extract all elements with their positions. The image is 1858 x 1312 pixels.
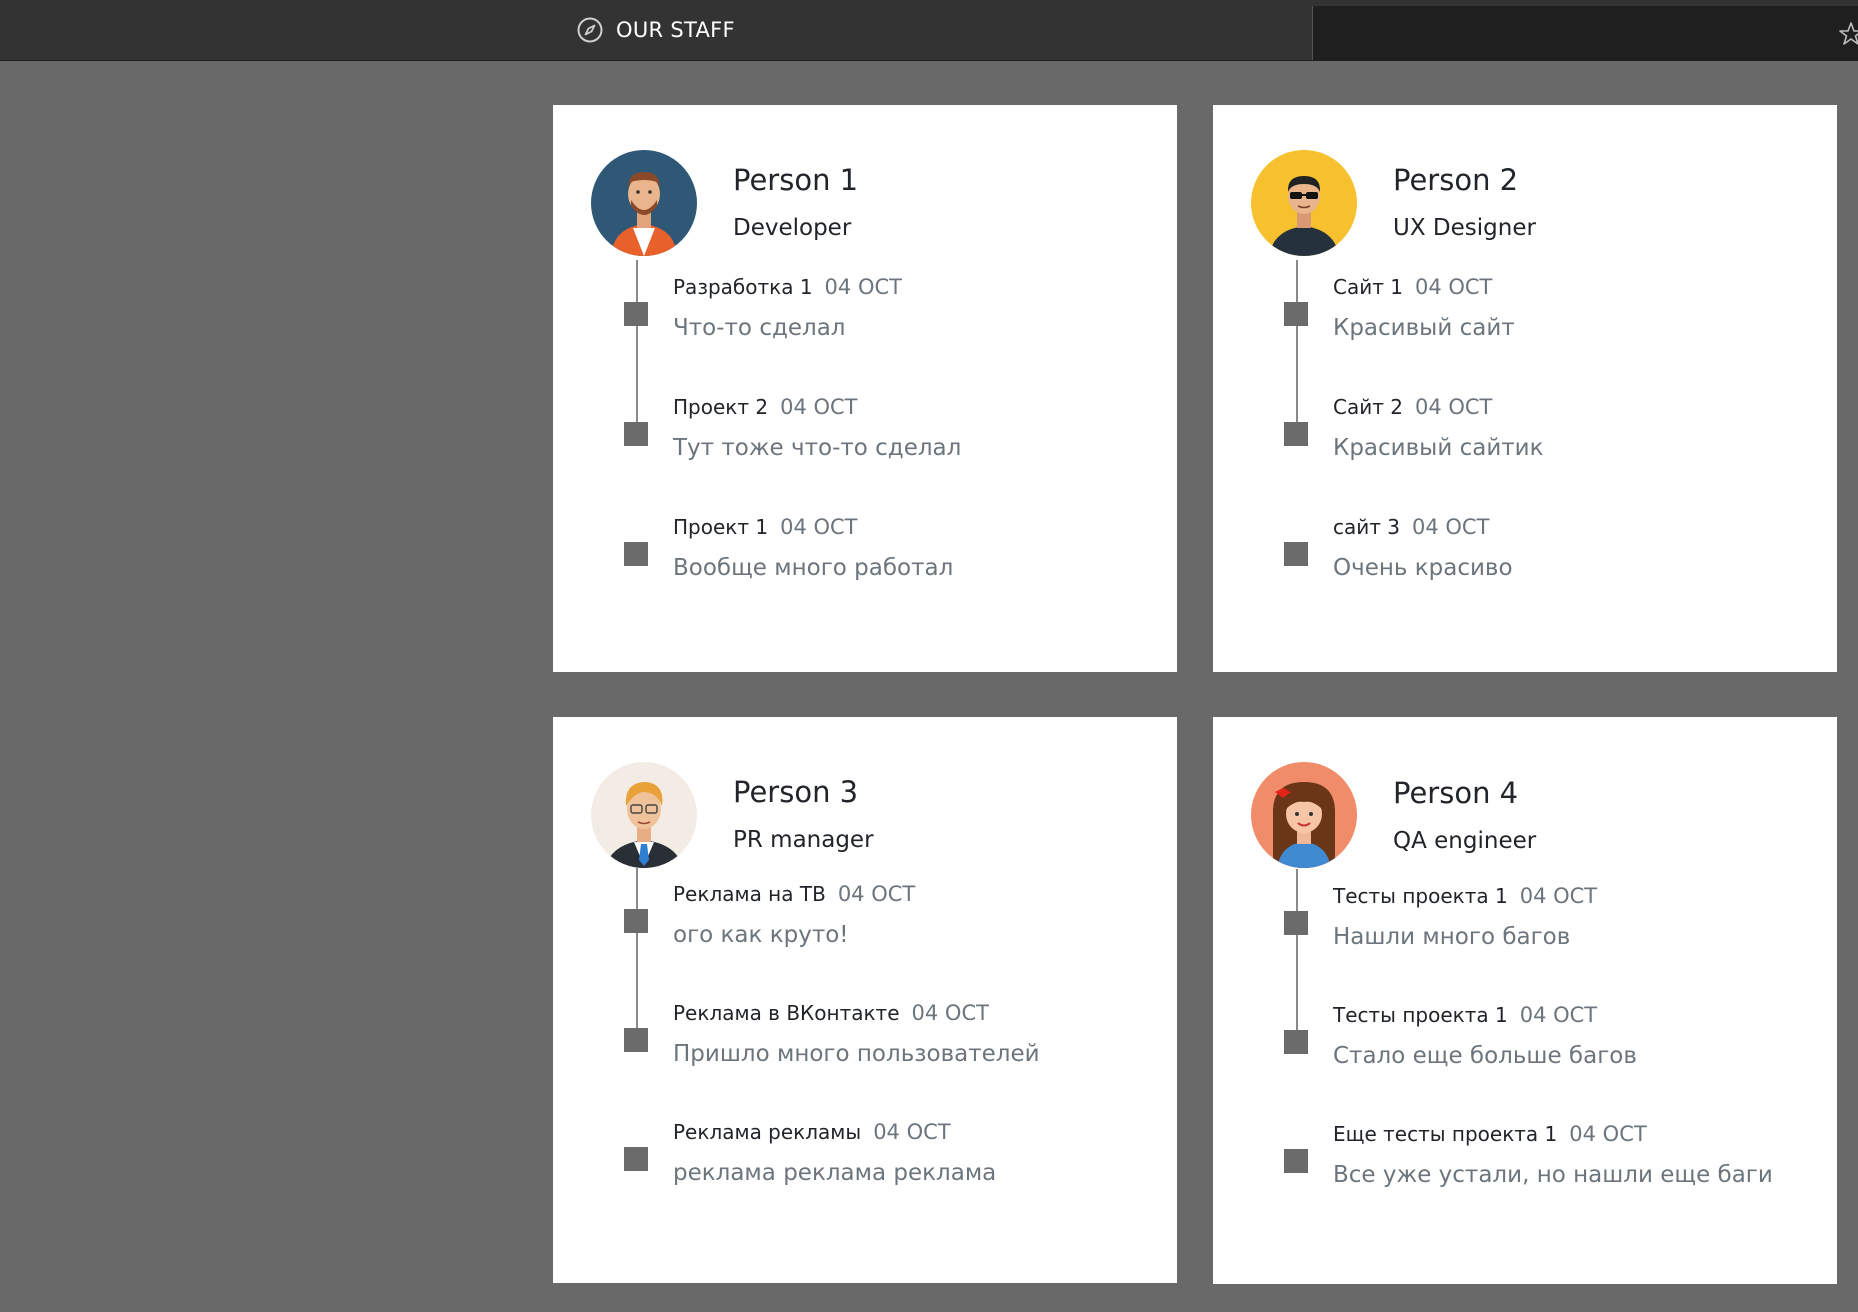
entry-text: реклама реклама реклама [673,1160,997,1186]
star-icon[interactable] [1831,20,1858,48]
entry-text: Очень красиво [1333,555,1513,581]
entry-title: Разработка 1 [673,275,813,299]
entry-text: Красивый сайтик [1333,435,1544,461]
timeline-marker [624,1028,648,1052]
entry-date: 04 OCT [780,395,858,419]
entry-date: 04 OCT [1411,515,1490,539]
entry-date: 04 OCT [1519,884,1598,908]
entry-text: Нашли много багов [1333,924,1571,950]
entry-title: Реклама рекламы [673,1120,862,1144]
manager-avatar-icon [591,762,697,868]
entry-text: Тут тоже что-то сделал [673,435,962,461]
timeline-marker [624,422,648,446]
top-navbar: OUR STAFF [0,0,1858,61]
timeline-marker [1284,1030,1308,1054]
person-name: Person 1 [733,163,859,197]
entry-title: Тесты проекта 1 [1333,1003,1508,1027]
timeline-item: Еще тесты проекта 1 04 OCT Все уже устали… [1213,1122,1833,1232]
timeline-marker [624,302,648,326]
timeline-marker [624,909,648,933]
entry-date: 04 OCT [1414,395,1493,419]
entry-text: Красивый сайт [1333,315,1515,341]
entry-date: 04 OCT [780,515,858,539]
nav-title: OUR STAFF [616,18,735,42]
timeline-item: Реклама в ВКонтакте 04 OCT Пришло много п… [553,1001,1173,1111]
person-name: Person 3 [733,775,859,809]
designer-avatar-icon [1251,150,1357,256]
developer-avatar-icon [591,150,697,256]
entry-text: Стало еще больше багов [1333,1043,1637,1069]
entry-date: 04 OCT [837,882,916,906]
timeline-item: Проект 1 04 OCT Вообще много работал [553,515,1173,625]
person-name: Person 2 [1393,163,1519,197]
entry-title: Сайт 1 [1333,275,1403,299]
timeline-item: Реклама рекламы 04 OCT реклама реклама ре… [553,1120,1173,1230]
timeline-item: Проект 2 04 OCT Тут тоже что-то сделал [553,395,1173,505]
entry-date: 04 OCT [911,1001,989,1025]
entry-title: Реклама в ВКонтакте [673,1001,900,1025]
person-role: PR manager [733,827,874,853]
timeline-item: Тесты проекта 1 04 OCT Нашли много багов [1213,884,1833,994]
staff-card: Person 2 UX Designer Сайт 1 04 OCT Красив… [1213,105,1837,672]
entry-title: Тесты проекта 1 [1333,884,1508,908]
timeline-item: Сайт 1 04 OCT Красивый сайт [1213,275,1833,385]
entry-text: Вообще много работал [673,555,954,581]
timeline-item: Сайт 2 04 OCT Красивый сайтик [1213,395,1833,505]
entry-text: Все уже устали, но нашли еще баги [1333,1162,1773,1188]
entry-title: Сайт 2 [1333,395,1403,419]
nav-our-staff[interactable]: OUR STAFF [576,0,735,60]
entry-text: Пришло много пользователей [673,1041,1040,1067]
entry-title: Проект 2 [673,395,769,419]
staff-card: Person 3 PR manager Реклама на ТВ 04 OCT … [553,717,1177,1283]
entry-date: 04 OCT [873,1120,951,1144]
timeline-item: сайт 3 04 OCT Очень красиво [1213,515,1833,625]
timeline-marker [1284,911,1308,935]
topbar-right-panel [1312,6,1858,60]
entry-title: Еще тесты проекта 1 [1333,1122,1558,1146]
timeline-marker [624,1147,648,1171]
staff-card: Person 4 QA engineer Тесты проекта 1 04 O… [1213,717,1837,1284]
timeline-marker [1284,422,1308,446]
entry-title: Реклама на ТВ [673,882,826,906]
timeline-marker [1284,542,1308,566]
entry-date: 04 OCT [824,275,902,299]
timeline-item: Тесты проекта 1 04 OCT Стало еще больше б… [1213,1003,1833,1113]
person-role: Developer [733,215,852,241]
timeline-marker [1284,302,1308,326]
staff-card: Person 1 Developer Разработка 1 04 OCT Чт… [553,105,1177,672]
timeline-marker [1284,1149,1308,1173]
person-role: UX Designer [1393,215,1536,241]
timeline-item: Разработка 1 04 OCT Что-то сделал [553,275,1173,385]
timeline-item: Реклама на ТВ 04 OCT ого как круто! [553,882,1173,992]
entry-text: ого как круто! [673,922,849,948]
timeline-marker [624,542,648,566]
entry-date: 04 OCT [1519,1003,1598,1027]
entry-date: 04 OCT [1414,275,1493,299]
qa-avatar-icon [1251,762,1357,868]
person-role: QA engineer [1393,828,1537,854]
entry-title: сайт 3 [1333,515,1400,539]
entry-title: Проект 1 [673,515,769,539]
entry-date: 04 OCT [1569,1122,1647,1146]
entry-text: Что-то сделал [673,315,846,341]
person-name: Person 4 [1393,776,1519,810]
compass-icon [577,17,603,43]
